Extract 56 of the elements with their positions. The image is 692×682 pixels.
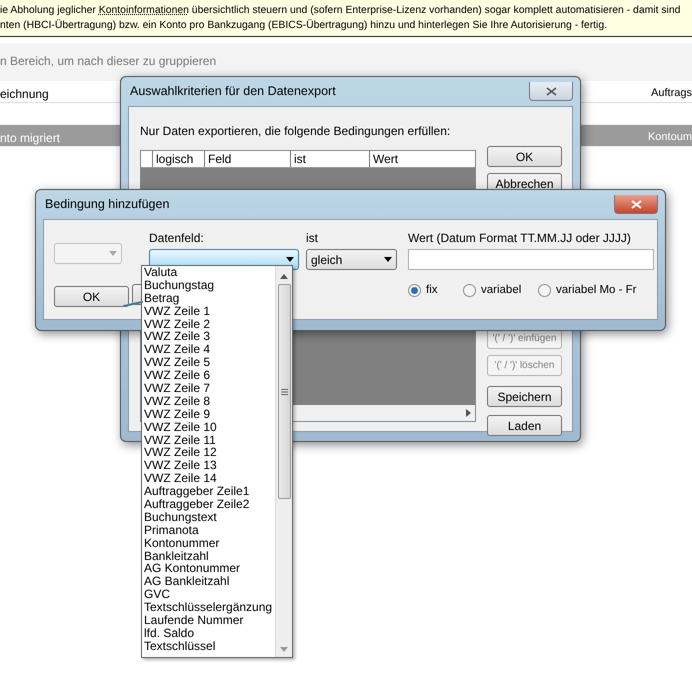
list-option[interactable]: VWZ Zeile 6	[144, 369, 275, 382]
list-option[interactable]: VWZ Zeile 9	[144, 408, 275, 421]
table-cell-text: nto migriert	[0, 130, 60, 146]
operator-combo[interactable]: gleich	[306, 249, 397, 270]
radio-option[interactable]: variabel	[463, 282, 538, 300]
list-option[interactable]: lfd. Saldo	[144, 626, 275, 640]
list-option[interactable]: Kontonummer	[144, 536, 275, 550]
list-option[interactable]: Buchungstext	[144, 510, 275, 524]
list-option[interactable]: VWZ Zeile 3	[144, 330, 275, 344]
column-header[interactable]: Auftrags	[651, 85, 692, 102]
list-option[interactable]: Primanota	[144, 524, 275, 537]
column-header[interactable]: Feld	[204, 151, 290, 167]
list-option[interactable]: GVC	[144, 588, 275, 602]
list-option[interactable]: VWZ Zeile 7	[144, 382, 275, 395]
list-option[interactable]: Laufende Nummer	[144, 614, 275, 627]
info-text: ie Abholung jeglicher Kontoinformationen übersichtlich steuern und (sofern Enterprise-Lizenz vorhanden) sogar komplett automatisieren - damit sind	[0, 4, 682, 18]
group-hint: n Bereich, um nach dieser zu gruppieren	[0, 43, 692, 81]
column-header[interactable]: ist	[290, 151, 369, 167]
list-option[interactable]: VWZ Zeile 4	[144, 343, 275, 356]
list-option[interactable]: Textschlüsselergänzung	[144, 601, 275, 614]
column-header[interactable]: eichnung	[0, 85, 49, 102]
list-option[interactable]: VWZ Zeile 12	[144, 446, 275, 460]
list-option[interactable]: VWZ Zeile 10	[144, 420, 275, 434]
list-option[interactable]: Auftraggeber Zeile2	[144, 498, 275, 511]
list-option[interactable]: AG Bankleitzahl	[144, 575, 275, 588]
list-option[interactable]: VWZ Zeile 2	[144, 318, 275, 330]
list-option[interactable]: VWZ Zeile 14	[144, 472, 275, 486]
ok-button[interactable]: OK	[54, 286, 129, 307]
column-header[interactable]: Wert	[369, 151, 469, 167]
list-option[interactable]: Betrag	[144, 292, 275, 305]
info-text: nten (HBCI-Übertragung) bzw. ein Konto pro Bankzugang (EBICS-Übertragung) hinzu und hinterlegen Sie Ihre Autorisierung - fertig.	[0, 18, 608, 33]
list-option[interactable]: Valuta	[144, 266, 275, 279]
list-option[interactable]: Auftraggeber Zeile1	[144, 485, 275, 498]
instruction-text: Nur Daten exportieren, die folgende Bedingungen erfüllen:	[140, 123, 452, 140]
list-option[interactable]: Textschlüssel	[144, 640, 275, 653]
column-header[interactable]: logisch	[152, 151, 204, 167]
list-option[interactable]: Bankleitzahl	[144, 550, 275, 562]
operator-label: ist	[306, 230, 319, 247]
dialog-button[interactable]: Speichern	[487, 386, 562, 407]
radio-option[interactable]: variabel Mo - Fr	[538, 282, 648, 300]
list-option[interactable]: Buchungstag	[144, 278, 275, 292]
dialog-button[interactable]: OK	[487, 146, 562, 167]
value-label: Wert (Datum Format TT.MM.JJ oder JJJJ)	[408, 230, 632, 247]
window-title: Bedingung hinzufügen	[45, 196, 170, 214]
dialog-button[interactable]: Laden	[487, 415, 562, 436]
window-title: Auswahlkriterien für den Datenexport	[130, 83, 336, 100]
radio-option[interactable]: fix	[408, 282, 463, 300]
link[interactable]: Kontoinformationen	[98, 5, 189, 16]
list-option[interactable]: AG Kontonummer	[144, 562, 275, 576]
list-option[interactable]: VWZ Zeile 8	[144, 394, 275, 408]
list-option[interactable]: VWZ Zeile 13	[144, 459, 275, 472]
list-option[interactable]: VWZ Zeile 11	[144, 434, 275, 446]
list-option[interactable]: VWZ Zeile 1	[144, 304, 275, 318]
table-cell-text: Kontoum	[648, 130, 692, 145]
list-option[interactable]: VWZ Zeile 5	[144, 356, 275, 370]
field-label: Datenfeld:	[149, 230, 205, 247]
